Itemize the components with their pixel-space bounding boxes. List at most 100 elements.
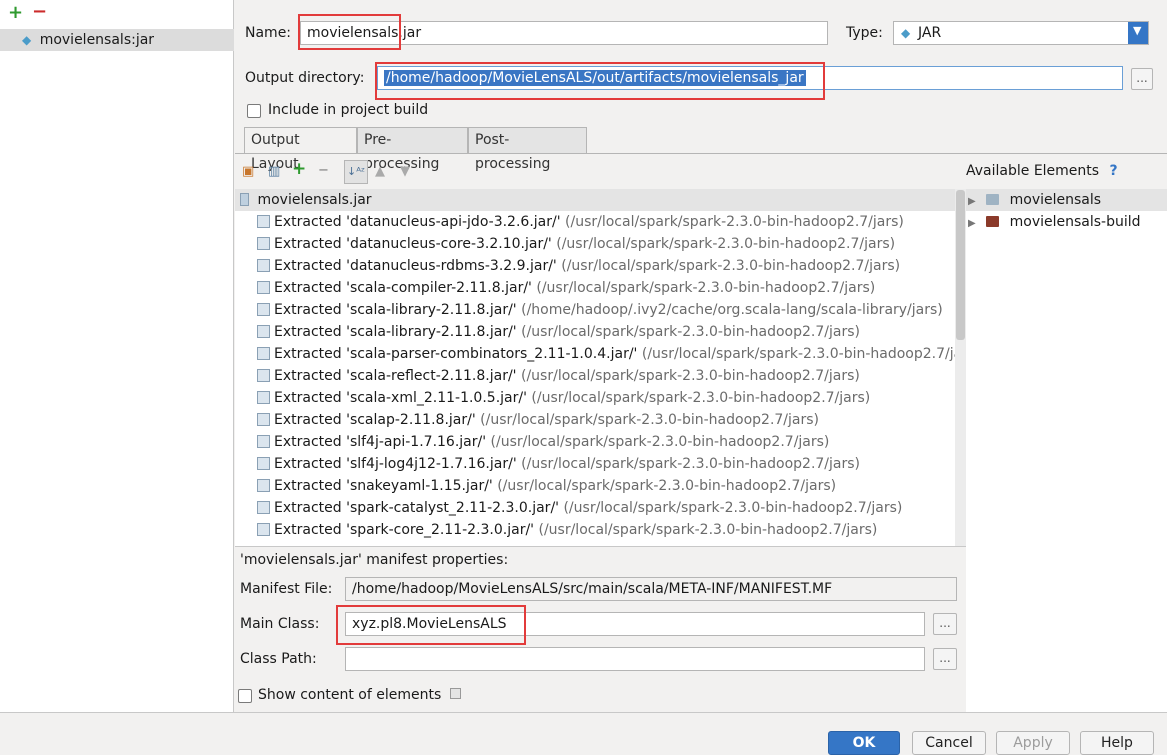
tree-root-row[interactable]: movielensals.jar	[240, 189, 372, 211]
tree-item-name: Extracted 'scala-library-2.11.8.jar/'	[274, 302, 517, 318]
extracted-archive-icon	[257, 369, 270, 382]
tree-root-label: movielensals.jar	[257, 192, 372, 208]
extracted-archive-icon	[257, 303, 270, 316]
tree-item[interactable]: Extracted 'slf4j-api-1.7.16.jar/' (/usr/…	[257, 431, 829, 453]
tree-item[interactable]: Extracted 'spark-core_2.11-2.3.0.jar/' (…	[257, 519, 877, 541]
extracted-archive-icon	[257, 457, 270, 470]
tree-item-name: Extracted 'datanucleus-core-3.2.10.jar/'	[274, 236, 552, 252]
ok-button[interactable]: OK	[828, 731, 900, 755]
tree-item[interactable]: Extracted 'datanucleus-api-jdo-3.2.6.jar…	[257, 211, 904, 233]
chevron-down-icon: ▼	[1133, 24, 1142, 37]
tab-post-processing[interactable]: Post-processing	[468, 127, 587, 172]
artifact-list-panel	[0, 0, 234, 712]
extracted-archive-icon	[257, 259, 270, 272]
help-button[interactable]: Help	[1080, 731, 1154, 755]
artifact-list-toolbar: + −	[0, 0, 234, 28]
main-class-label: Main Class:	[240, 616, 320, 632]
tree-scrollbar-thumb[interactable]	[956, 190, 965, 340]
tree-item[interactable]: Extracted 'snakeyaml-1.15.jar/' (/usr/lo…	[257, 475, 836, 497]
extracted-archive-icon	[257, 479, 270, 492]
move-up-icon[interactable]: ▲	[375, 162, 385, 182]
create-directory-icon[interactable]: ▣	[242, 162, 254, 182]
cancel-button[interactable]: Cancel	[912, 731, 986, 755]
tree-item-name: Extracted 'scala-library-2.11.8.jar/'	[274, 324, 517, 340]
module-icon	[986, 194, 1000, 205]
move-down-icon[interactable]: ▼	[400, 162, 410, 182]
type-select[interactable]: ◆ JAR	[893, 21, 1149, 45]
class-path-label: Class Path:	[240, 651, 317, 667]
jar-archive-icon	[240, 193, 249, 206]
settings-small-icon[interactable]	[450, 688, 461, 699]
output-directory-browse-button[interactable]: ...	[1131, 68, 1153, 90]
available-elements-title: Available Elements ?	[966, 159, 1118, 183]
add-element-icon[interactable]: +	[292, 159, 306, 179]
tree-item-path: (/usr/local/spark/spark-2.3.0-bin-hadoop…	[641, 346, 981, 362]
available-item-movielensals-build[interactable]: ▶ movielensals-build	[968, 211, 1141, 233]
apply-button[interactable]: Apply	[996, 731, 1070, 755]
tree-item[interactable]: Extracted 'datanucleus-rdbms-3.2.9.jar/'…	[257, 255, 900, 277]
manifest-divider	[235, 546, 966, 547]
expand-arrow-icon[interactable]: ▶	[968, 196, 976, 207]
extracted-archive-icon	[257, 413, 270, 426]
artifact-item-label: movielensals:jar	[39, 32, 155, 48]
tree-item[interactable]: Extracted 'slf4j-log4j12-1.7.16.jar/' (/…	[257, 453, 860, 475]
extracted-archive-icon	[257, 237, 270, 250]
tree-item-path: (/usr/local/spark/spark-2.3.0-bin-hadoop…	[556, 236, 896, 252]
tree-item-name: Extracted 'scala-parser-combinators_2.11…	[274, 346, 638, 362]
tree-item[interactable]: Extracted 'scalap-2.11.8.jar/' (/usr/loc…	[257, 409, 819, 431]
extracted-archive-icon	[257, 281, 270, 294]
tree-item[interactable]: Extracted 'scala-xml_2.11-1.0.5.jar/' (/…	[257, 387, 870, 409]
tree-item[interactable]: Extracted 'spark-catalyst_2.11-2.3.0.jar…	[257, 497, 902, 519]
extracted-archive-icon	[257, 435, 270, 448]
available-item-movielensals[interactable]: ▶ movielensals	[968, 189, 1101, 211]
tree-item-name: Extracted 'spark-catalyst_2.11-2.3.0.jar…	[274, 500, 560, 516]
remove-artifact-icon[interactable]: −	[32, 1, 47, 22]
remove-element-icon[interactable]: −	[318, 161, 329, 181]
archive-icon[interactable]: ▥	[268, 162, 280, 182]
tab-output-layout[interactable]: Output Layout	[244, 127, 357, 172]
tree-item-path: (/usr/local/spark/spark-2.3.0-bin-hadoop…	[536, 280, 876, 296]
tab-pre-processing[interactable]: Pre-processing	[357, 127, 468, 172]
module-build-icon	[986, 216, 1000, 227]
tree-item[interactable]: Extracted 'scala-library-2.11.8.jar/' (/…	[257, 321, 860, 343]
main-class-browse-button[interactable]: ...	[933, 613, 957, 635]
available-elements-label: Available Elements	[966, 163, 1100, 179]
tree-item-name: Extracted 'scalap-2.11.8.jar/'	[274, 412, 476, 428]
include-in-build-checkbox[interactable]	[247, 104, 261, 118]
extracted-archive-icon	[257, 215, 270, 228]
tree-item[interactable]: Extracted 'datanucleus-core-3.2.10.jar/'…	[257, 233, 895, 255]
tree-item[interactable]: Extracted 'scala-parser-combinators_2.11…	[257, 343, 981, 365]
include-in-build-label: Include in project build	[268, 102, 429, 118]
tree-item-path: (/usr/local/spark/spark-2.3.0-bin-hadoop…	[561, 258, 901, 274]
type-label: Type:	[846, 25, 883, 41]
tree-item-name: Extracted 'slf4j-api-1.7.16.jar/'	[274, 434, 487, 450]
manifest-header: 'movielensals.jar' manifest properties:	[240, 552, 509, 568]
help-icon[interactable]: ?	[1110, 163, 1118, 179]
type-select-value: JAR	[918, 25, 942, 41]
output-directory-label: Output directory:	[245, 70, 365, 86]
class-path-field[interactable]	[345, 647, 925, 671]
expand-arrow-icon[interactable]: ▶	[968, 218, 976, 229]
add-artifact-icon[interactable]: +	[8, 2, 23, 23]
artifact-item-movielensals-jar[interactable]: ◆ movielensals:jar	[0, 29, 234, 51]
name-label: Name:	[245, 25, 292, 41]
available-item-label: movielensals	[1009, 192, 1102, 208]
sort-elements-icon[interactable]: ↓ᴬᶻ	[344, 160, 368, 184]
tree-item[interactable]: Extracted 'scala-library-2.11.8.jar/' (/…	[257, 299, 943, 321]
tree-item-name: Extracted 'snakeyaml-1.15.jar/'	[274, 478, 493, 494]
manifest-file-field: /home/hadoop/MovieLensALS/src/main/scala…	[345, 577, 957, 601]
tree-item-name: Extracted 'spark-core_2.11-2.3.0.jar/'	[274, 522, 535, 538]
tree-item-name: Extracted 'datanucleus-api-jdo-3.2.6.jar…	[274, 214, 561, 230]
show-content-checkbox[interactable]	[238, 689, 252, 703]
tree-item[interactable]: Extracted 'scala-compiler-2.11.8.jar/' (…	[257, 277, 875, 299]
class-path-browse-button[interactable]: ...	[933, 648, 957, 670]
tree-item-path: (/usr/local/spark/spark-2.3.0-bin-hadoop…	[480, 412, 820, 428]
name-highlight-box	[298, 14, 401, 50]
tree-item-path: (/usr/local/spark/spark-2.3.0-bin-hadoop…	[563, 500, 903, 516]
type-dropdown-button[interactable]: ▼	[1128, 22, 1148, 44]
jar-artifact-icon: ◆	[22, 33, 32, 47]
tree-item[interactable]: Extracted 'scala-reflect-2.11.8.jar/' (/…	[257, 365, 860, 387]
tree-item-name: Extracted 'slf4j-log4j12-1.7.16.jar/'	[274, 456, 517, 472]
dialog-button-bar	[0, 712, 1167, 752]
extracted-archive-icon	[257, 391, 270, 404]
